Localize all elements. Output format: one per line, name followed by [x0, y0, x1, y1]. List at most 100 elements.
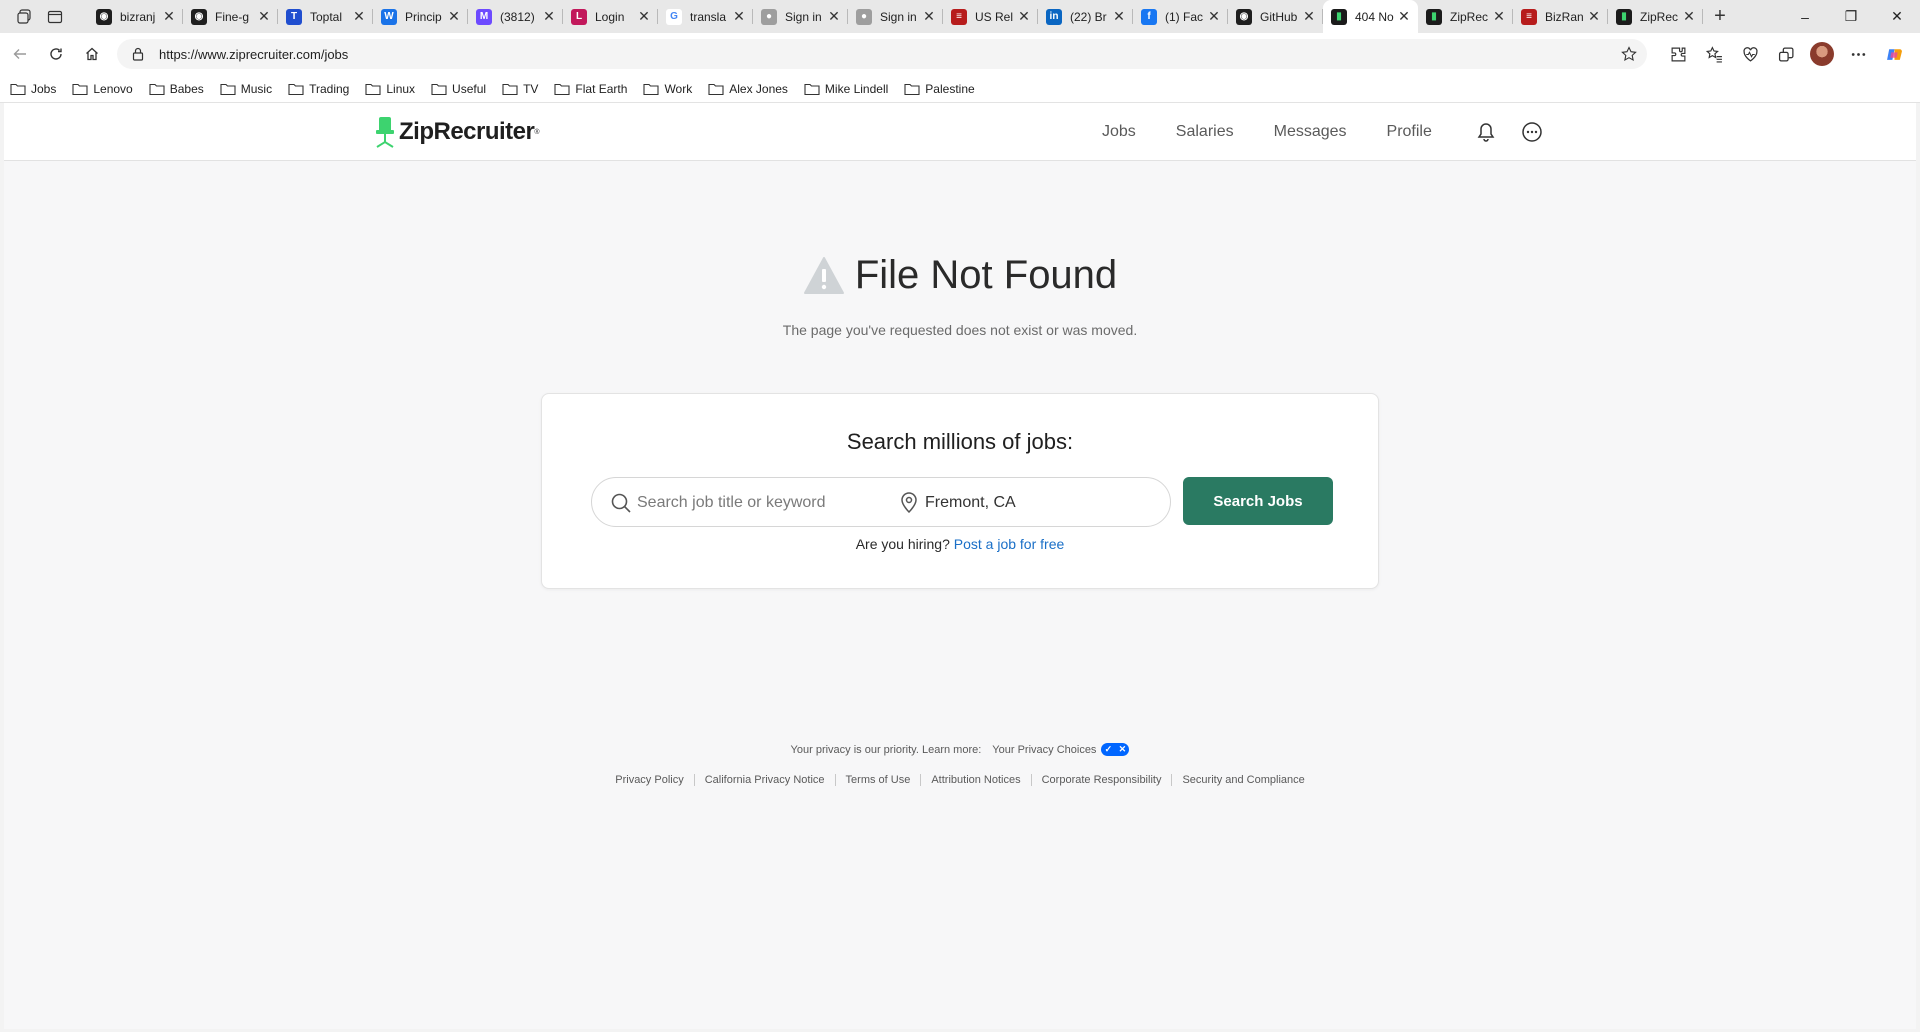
hiring-prompt-text: Are you hiring?: [855, 536, 950, 552]
extensions-icon[interactable]: [1660, 36, 1696, 72]
browser-tab[interactable]: ▮ 404 No ✕: [1323, 0, 1418, 33]
post-job-link[interactable]: Post a job for free: [954, 536, 1065, 552]
browser-tab[interactable]: M (3812) ✕: [468, 0, 563, 33]
bookmark-folder[interactable]: Work: [643, 82, 692, 96]
minimize-button[interactable]: –: [1782, 0, 1828, 33]
folder-icon: [643, 83, 659, 95]
tab-close-icon[interactable]: ✕: [923, 8, 935, 25]
browser-tab[interactable]: L Login ✕: [563, 0, 658, 33]
footer-link[interactable]: Security and Compliance: [1172, 774, 1314, 786]
favorites-icon[interactable]: [1696, 36, 1732, 72]
bookmark-folder[interactable]: Linux: [365, 82, 415, 96]
collections-icon[interactable]: [1768, 36, 1804, 72]
nav-messages[interactable]: Messages: [1274, 123, 1347, 141]
browser-tab[interactable]: T Toptal ✕: [278, 0, 373, 33]
browser-tab[interactable]: ◉ bizranj ✕: [88, 0, 183, 33]
keyword-search-input[interactable]: [637, 492, 887, 514]
browser-tab[interactable]: in (22) Br ✕: [1038, 0, 1133, 33]
bookmark-folder[interactable]: TV: [502, 82, 538, 96]
footer-link[interactable]: California Privacy Notice: [695, 774, 836, 786]
privacy-choices-link[interactable]: Your Privacy Choices: [992, 744, 1096, 756]
browser-tab[interactable]: f (1) Fac ✕: [1133, 0, 1228, 33]
trademark-symbol: ®: [534, 128, 540, 136]
notifications-bell-icon[interactable]: [1472, 118, 1500, 146]
tab-close-icon[interactable]: ✕: [1588, 8, 1600, 25]
bookmark-folder[interactable]: Useful: [431, 82, 486, 96]
tab-close-icon[interactable]: ✕: [543, 8, 555, 25]
bookmark-folder[interactable]: Trading: [288, 82, 349, 96]
tab-close-icon[interactable]: ✕: [163, 8, 175, 25]
tab-close-icon[interactable]: ✕: [353, 8, 365, 25]
tab-close-icon[interactable]: ✕: [733, 8, 745, 25]
tab-close-icon[interactable]: ✕: [828, 8, 840, 25]
nav-profile[interactable]: Profile: [1387, 123, 1432, 141]
browser-tab[interactable]: Gtransla ✕: [658, 0, 753, 33]
tab-close-icon[interactable]: ✕: [1303, 8, 1315, 25]
tab-title: (3812): [500, 9, 535, 24]
footer-link[interactable]: Privacy Policy: [605, 774, 695, 786]
bookmark-folder[interactable]: Palestine: [904, 82, 975, 96]
location-input[interactable]: [925, 492, 1155, 514]
back-icon[interactable]: [2, 36, 38, 72]
tab-title: Toptal: [310, 9, 343, 24]
browser-tab[interactable]: ◉ Fine-g ✕: [183, 0, 278, 33]
url-field[interactable]: https://www.ziprecruiter.com/jobs: [117, 39, 1647, 69]
bookmark-folder[interactable]: Alex Jones: [708, 82, 788, 96]
tab-close-icon[interactable]: ✕: [1683, 8, 1695, 25]
footer-link[interactable]: Terms of Use: [836, 774, 922, 786]
search-jobs-button[interactable]: Search Jobs: [1183, 477, 1333, 525]
close-window-button[interactable]: ✕: [1874, 0, 1920, 33]
browser-tab[interactable]: ▮ ZipRec ✕: [1608, 0, 1703, 33]
browser-essentials-icon[interactable]: [1732, 36, 1768, 72]
bookmark-folder[interactable]: Babes: [149, 82, 204, 96]
bookmark-folder[interactable]: Music: [220, 82, 272, 96]
privacy-notice: Your privacy is our priority. Learn more…: [4, 743, 1916, 756]
bookmark-folder[interactable]: Flat Earth: [554, 82, 627, 96]
bookmark-label: TV: [523, 81, 539, 96]
privacy-choices-toggle-icon[interactable]: ✓ ✕: [1101, 743, 1130, 756]
footer-link[interactable]: Attribution Notices: [921, 774, 1032, 786]
more-options-icon[interactable]: [1518, 118, 1546, 146]
browser-tab[interactable]: ◉ GitHub ✕: [1228, 0, 1323, 33]
browser-tab[interactable]: ≡ BizRan ✕: [1513, 0, 1608, 33]
tab-favicon-linkedin-icon: in: [1046, 8, 1062, 25]
browser-tab[interactable]: ≡ US Rel ✕: [943, 0, 1038, 33]
browser-tab[interactable]: ● Sign in ✕: [848, 0, 943, 33]
window-controls: – ❐ ✕: [1782, 0, 1920, 33]
more-menu-icon[interactable]: [1840, 36, 1876, 72]
bookmark-folder[interactable]: Jobs: [10, 82, 56, 96]
new-tab-button[interactable]: +: [1703, 0, 1737, 33]
tab-close-icon[interactable]: ✕: [1208, 8, 1220, 25]
footer-links: Privacy Policy California Privacy Notice T…: [4, 774, 1916, 786]
nav-salaries[interactable]: Salaries: [1176, 123, 1234, 141]
favorite-star-icon[interactable]: [1621, 46, 1637, 62]
bookmark-folder[interactable]: Mike Lindell: [804, 82, 888, 96]
tab-close-icon[interactable]: ✕: [1493, 8, 1505, 25]
page-viewport: ZipRecruiter ® Jobs Salaries Messages Pro…: [4, 103, 1916, 1029]
tab-close-icon[interactable]: ✕: [1018, 8, 1030, 25]
copilot-icon[interactable]: [1876, 36, 1912, 72]
tab-actions-icon[interactable]: [40, 0, 70, 33]
ziprecruiter-logo[interactable]: ZipRecruiter ®: [374, 115, 540, 149]
lock-icon[interactable]: [131, 47, 145, 61]
browser-tab[interactable]: W Princip ✕: [373, 0, 468, 33]
profile-avatar[interactable]: [1804, 36, 1840, 72]
refresh-icon[interactable]: [38, 36, 74, 72]
workspaces-icon[interactable]: [10, 0, 40, 33]
tab-close-icon[interactable]: ✕: [638, 8, 650, 25]
tab-close-icon[interactable]: ✕: [448, 8, 460, 25]
bookmark-folder[interactable]: Lenovo: [72, 82, 133, 96]
tab-favicon-github-icon: ◉: [191, 8, 207, 25]
folder-icon: [288, 83, 304, 95]
home-icon[interactable]: [74, 36, 110, 72]
page-title: File Not Found: [854, 253, 1118, 297]
tab-close-icon[interactable]: ✕: [258, 8, 270, 25]
nav-jobs[interactable]: Jobs: [1102, 123, 1136, 141]
tab-close-icon[interactable]: ✕: [1113, 8, 1125, 25]
restore-button[interactable]: ❐: [1828, 0, 1874, 33]
browser-tab[interactable]: ● Sign in ✕: [753, 0, 848, 33]
tab-close-icon[interactable]: ✕: [1398, 8, 1410, 25]
browser-tab[interactable]: ▮ ZipRec ✕: [1418, 0, 1513, 33]
logo-text: ZipRecruiter: [399, 118, 535, 145]
footer-link[interactable]: Corporate Responsibility: [1032, 774, 1173, 786]
